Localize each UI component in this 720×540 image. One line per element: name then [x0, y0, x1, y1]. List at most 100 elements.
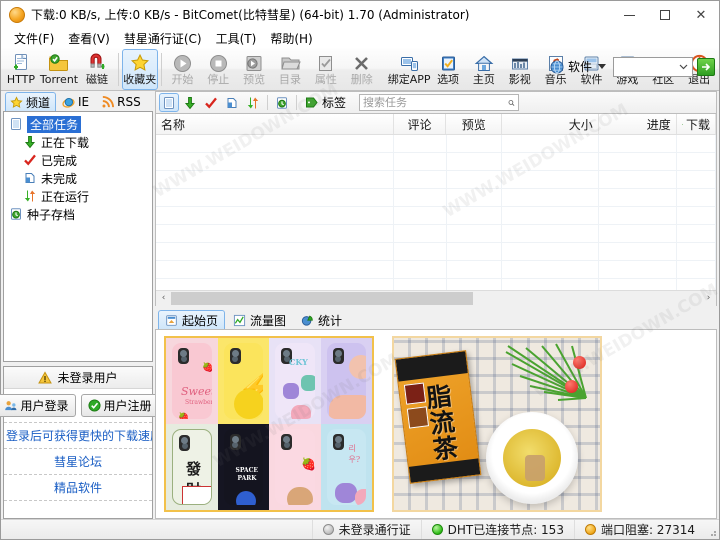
tag-button[interactable]: 标签: [301, 92, 352, 113]
tab-start-page[interactable]: 起始页: [158, 310, 225, 329]
http-page-add-icon: [11, 52, 31, 74]
sidebar-item-all-tasks[interactable]: 全部任务: [6, 115, 150, 133]
column-header-download[interactable]: 下载: [677, 114, 716, 134]
toolbar-options[interactable]: 选项: [430, 49, 466, 90]
sidebar-tab-label: IE: [78, 95, 89, 109]
search-category-dropdown[interactable]: 软件: [547, 56, 609, 77]
search-go-button[interactable]: [697, 58, 715, 76]
sidebar-item-label: 种子存档: [27, 206, 75, 223]
login-panel-filler: [4, 500, 152, 518]
sidebar-tab-channel[interactable]: 频道: [5, 92, 56, 111]
sidebar-item-torrent-archive[interactable]: 种子存档: [6, 205, 150, 223]
maximize-button[interactable]: [647, 1, 683, 29]
column-header-size[interactable]: 大小: [502, 114, 599, 134]
incomplete-icon: [23, 171, 37, 185]
toolbar-stop[interactable]: 停止: [200, 49, 236, 90]
sidebar-item-downloading[interactable]: 正在下载: [6, 133, 150, 151]
toolbar-preview[interactable]: 预览: [236, 49, 272, 90]
passport-status[interactable]: 未登录通行证: [312, 520, 421, 539]
filter-completed[interactable]: [201, 93, 221, 112]
toolbar-bind-app[interactable]: 绑定APP: [388, 49, 430, 90]
column-header-progress[interactable]: 进度: [599, 114, 677, 134]
tea-bag: [525, 455, 545, 481]
sidebar-item-incomplete[interactable]: 未完成: [6, 169, 150, 187]
toolbar-label: 停止: [207, 74, 229, 86]
case-6: SPACE PARK: [218, 424, 270, 510]
hscroll-thumb[interactable]: [171, 292, 473, 305]
login-link-forum[interactable]: 彗星论坛: [4, 448, 152, 474]
sidebar-item-completed[interactable]: 已完成: [6, 151, 150, 169]
menu-tools[interactable]: 工具(T): [209, 29, 264, 48]
toolbar-properties[interactable]: 属性: [308, 49, 344, 90]
user-login-icon: [4, 399, 17, 412]
toolbar-movies[interactable]: 影视: [502, 49, 538, 90]
globe-icon: [550, 60, 564, 74]
user-login-button[interactable]: 用户登录: [0, 394, 76, 417]
tab-statistics[interactable]: 统计: [294, 310, 349, 329]
user-register-button[interactable]: 用户注册: [81, 394, 159, 417]
column-header-comment[interactable]: 评论: [394, 114, 447, 134]
task-search-box[interactable]: [359, 94, 519, 111]
scroll-left-button[interactable]: ‹: [156, 291, 171, 306]
incomplete-icon: [225, 96, 239, 110]
filter-running[interactable]: [243, 93, 263, 112]
filter-incomplete[interactable]: [222, 93, 242, 112]
options-check-icon: [439, 52, 458, 74]
resize-grip-icon[interactable]: [707, 527, 717, 537]
case-2: ⚡: [218, 338, 270, 424]
sidebar-item-label: 未完成: [41, 170, 77, 187]
filter-torrent-archive[interactable]: [272, 93, 292, 112]
toolbar-home[interactable]: 主页: [466, 49, 502, 90]
toolbar-delete[interactable]: 删除: [344, 49, 380, 90]
toolbar-folder[interactable]: 目录: [272, 49, 308, 90]
running-icon: [246, 96, 260, 110]
downloading-icon: [183, 96, 197, 110]
port-status-label: 端口阻塞: 27314: [601, 521, 695, 538]
tea-product-ad[interactable]: 脂流茶: [392, 336, 602, 512]
dht-status[interactable]: DHT已连接节点: 153: [421, 520, 574, 539]
left-panel: 频道 IE RSS 全部任务 正在下载: [1, 91, 155, 519]
menu-file[interactable]: 文件(F): [7, 29, 61, 48]
login-link-faster-speed[interactable]: 登录后可获得更快的下载速度: [4, 422, 152, 448]
column-header-preview[interactable]: 预览: [446, 114, 502, 134]
phone-case-ad[interactable]: Sweet Strawberry 🍓 🍓 🍓 ⚡: [164, 336, 374, 512]
task-table-rows[interactable]: [156, 135, 716, 290]
close-button[interactable]: ✕: [683, 1, 719, 29]
scroll-right-button[interactable]: ›: [701, 291, 716, 306]
toolbar-separator: [267, 95, 268, 110]
downloading-icon: [23, 135, 37, 149]
title-bar: 下载:0 KB/s, 上传:0 KB/s - BitComet(比特彗星) (6…: [1, 1, 719, 29]
toolbar-magnet[interactable]: 磁链: [79, 49, 115, 90]
login-link-software[interactable]: 精品软件: [4, 474, 152, 500]
search-input[interactable]: [363, 96, 508, 109]
menu-passport[interactable]: 彗星通行证(C): [117, 29, 209, 48]
toolbar-start[interactable]: 开始: [165, 49, 201, 90]
port-status[interactable]: 端口阻塞: 27314: [574, 520, 705, 539]
green-arrow-go-icon: [700, 61, 712, 73]
minimize-button[interactable]: [611, 1, 647, 29]
sidebar-tab-rss[interactable]: RSS: [96, 92, 147, 111]
open-folder-icon: [280, 52, 301, 74]
sidebar-item-label: 正在下载: [41, 134, 89, 151]
sidebar-item-running[interactable]: 正在运行: [6, 187, 150, 205]
toolbar-http[interactable]: HTTP: [3, 49, 39, 90]
bitcomet-window: 下载:0 KB/s, 上传:0 KB/s - BitComet(比特彗星) (6…: [0, 0, 720, 540]
filter-downloading[interactable]: [180, 93, 200, 112]
tea-package: 脂流茶: [395, 350, 482, 484]
ie-browser-icon: [62, 96, 75, 109]
toolbar-label: 预览: [243, 74, 265, 86]
hscroll-track[interactable]: [171, 291, 701, 306]
filter-all-tasks[interactable]: [159, 93, 179, 112]
toolbar-torrent[interactable]: Torrent: [39, 49, 79, 90]
cherry-2: [565, 380, 578, 393]
menu-bar: 文件(F) 查看(V) 彗星通行证(C) 工具(T) 帮助(H): [1, 29, 719, 48]
task-list-hscrollbar[interactable]: ‹ ›: [156, 290, 716, 305]
column-header-name[interactable]: 名称: [156, 114, 394, 134]
chevron-down-icon: [678, 61, 689, 72]
menu-help[interactable]: 帮助(H): [263, 29, 319, 48]
tab-traffic-graph[interactable]: 流量图: [226, 310, 293, 329]
toolbar-favorites[interactable]: 收藏夹: [122, 49, 158, 90]
search-combo[interactable]: [613, 57, 693, 77]
sidebar-tab-ie[interactable]: IE: [57, 92, 95, 111]
menu-view[interactable]: 查看(V): [61, 29, 117, 48]
